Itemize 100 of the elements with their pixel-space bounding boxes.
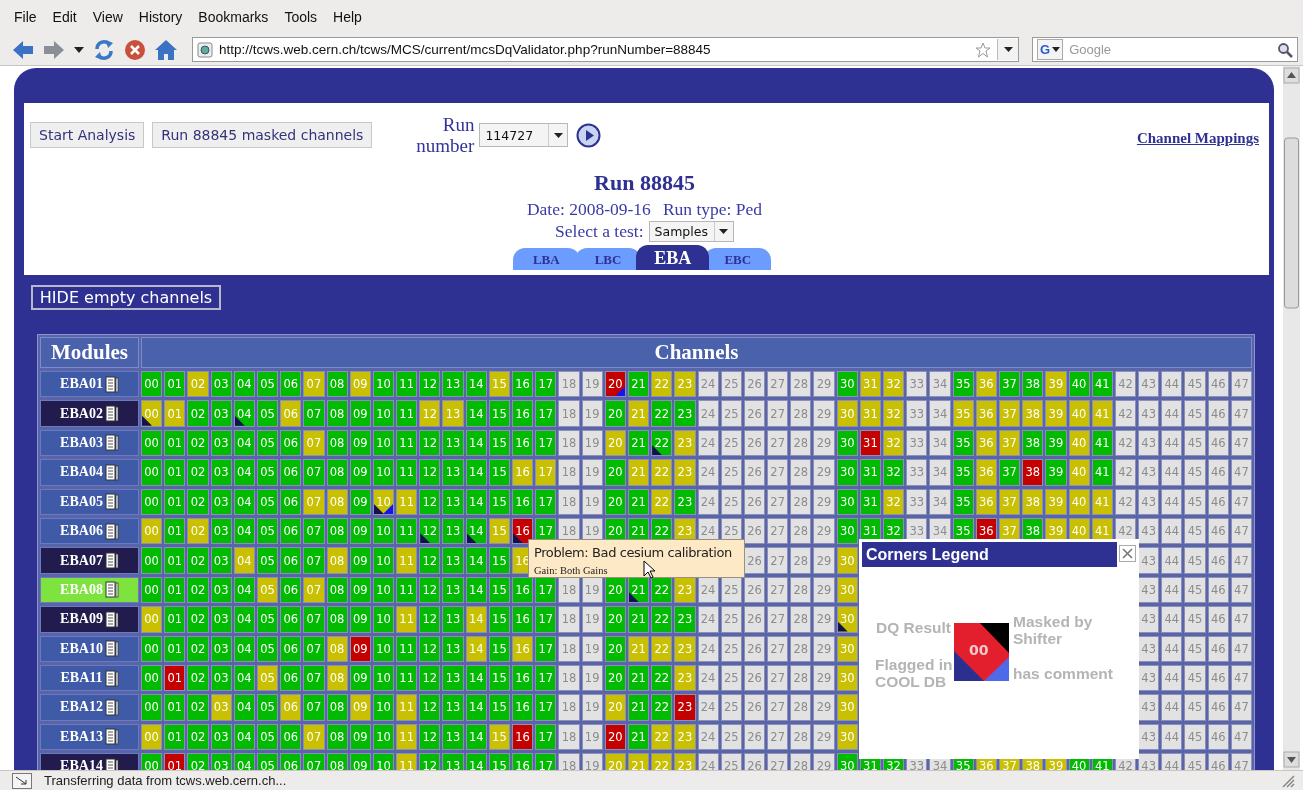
channel-cell[interactable]: 19 <box>581 400 603 427</box>
channel-cell[interactable]: 04 <box>233 400 255 427</box>
channel-cell[interactable]: 22 <box>651 576 673 604</box>
channel-cell[interactable]: 18 <box>558 429 580 457</box>
channel-cell[interactable]: 23 <box>674 635 696 662</box>
channel-cell[interactable]: 15 <box>488 753 510 770</box>
channel-cell[interactable]: 13 <box>442 664 464 692</box>
channel-cell[interactable]: 20 <box>604 400 626 427</box>
channel-cell[interactable]: 15 <box>488 606 510 633</box>
channel-cell[interactable]: 19 <box>581 606 603 633</box>
channel-cell[interactable]: 42 <box>1114 429 1137 457</box>
channel-cell[interactable]: 24 <box>697 606 719 633</box>
channel-cell[interactable]: 34 <box>929 429 951 457</box>
channel-cell[interactable]: 14 <box>465 488 487 515</box>
channel-cell[interactable]: 13 <box>442 459 464 486</box>
book-icon[interactable] <box>104 434 119 452</box>
channel-cell[interactable]: 29 <box>813 488 835 515</box>
channel-cell[interactable]: 39 <box>1045 400 1067 427</box>
channel-cell[interactable]: 26 <box>743 371 766 398</box>
channel-cell[interactable]: 29 <box>813 547 835 574</box>
channel-cell[interactable]: 16 <box>512 576 534 604</box>
channel-cell[interactable]: 45 <box>1184 723 1206 751</box>
channel-cell[interactable]: 35 <box>952 371 974 398</box>
channel-cell[interactable]: 27 <box>767 606 789 633</box>
channel-cell[interactable]: 31 <box>859 488 881 515</box>
channel-cell[interactable]: 46 <box>1207 753 1229 770</box>
channel-cell[interactable]: 15 <box>488 488 510 515</box>
channel-cell[interactable]: 00 <box>141 459 163 486</box>
channel-cell[interactable]: 30 <box>836 576 858 604</box>
channel-cell[interactable]: 45 <box>1184 371 1206 398</box>
channel-cell[interactable]: 29 <box>813 517 835 545</box>
channel-cell[interactable]: 08 <box>326 517 348 545</box>
channel-cell[interactable]: 14 <box>465 664 487 692</box>
channel-cell[interactable]: 02 <box>187 635 209 662</box>
channel-cell[interactable]: 14 <box>465 547 487 574</box>
channel-cell[interactable]: 37 <box>998 459 1021 486</box>
channel-cell[interactable]: 20 <box>604 488 626 515</box>
channel-cell[interactable]: 02 <box>187 723 209 751</box>
channel-cell[interactable]: 45 <box>1184 635 1206 662</box>
channel-cell[interactable]: 05 <box>256 576 279 604</box>
channel-cell[interactable]: 33 <box>906 488 928 515</box>
channel-cell[interactable]: 43 <box>1138 371 1160 398</box>
channel-cell[interactable]: 01 <box>164 606 186 633</box>
channel-cell[interactable]: 09 <box>349 723 371 751</box>
channel-cell[interactable]: 27 <box>767 547 789 574</box>
channel-cell[interactable]: 46 <box>1207 723 1229 751</box>
channel-cell[interactable]: 10 <box>372 694 395 721</box>
channel-cell[interactable]: 47 <box>1230 694 1252 721</box>
channel-cell[interactable]: 45 <box>1184 694 1206 721</box>
channel-cell[interactable]: 15 <box>488 400 510 427</box>
channel-cell[interactable]: 00 <box>141 723 163 751</box>
channel-cell[interactable]: 33 <box>906 400 928 427</box>
channel-cell[interactable]: 19 <box>581 488 603 515</box>
search-icon[interactable] <box>1277 41 1293 58</box>
resize-grip-icon[interactable] <box>1281 773 1295 788</box>
channel-cell[interactable]: 16 <box>512 606 534 633</box>
channel-cell[interactable]: 25 <box>720 664 742 692</box>
channel-cell[interactable]: 07 <box>303 694 325 721</box>
channel-cell[interactable]: 06 <box>280 635 302 662</box>
channel-cell[interactable]: 43 <box>1138 547 1160 574</box>
channel-cell[interactable]: 25 <box>720 753 742 770</box>
channel-cell[interactable]: 12 <box>419 488 441 515</box>
channel-cell[interactable]: 12 <box>419 459 441 486</box>
channel-cell[interactable]: 18 <box>558 723 580 751</box>
channel-cell[interactable]: 43 <box>1138 576 1160 604</box>
channel-cell[interactable]: 15 <box>488 576 510 604</box>
channel-cell[interactable]: 32 <box>883 459 905 486</box>
channel-cell[interactable]: 28 <box>790 576 812 604</box>
channel-cell[interactable]: 23 <box>674 694 696 721</box>
book-icon[interactable] <box>104 610 119 628</box>
channel-cell[interactable]: 18 <box>558 694 580 721</box>
reload-icon[interactable] <box>93 38 115 61</box>
channel-cell[interactable]: 17 <box>535 488 557 515</box>
channel-cell[interactable]: 22 <box>651 723 673 751</box>
channel-cell[interactable]: 45 <box>1184 517 1206 545</box>
channel-cell[interactable]: 23 <box>674 488 696 515</box>
channel-cell[interactable]: 45 <box>1184 576 1206 604</box>
menu-item[interactable]: View <box>84 7 131 27</box>
module-cell[interactable]: EBA05 <box>40 488 139 515</box>
channel-cell[interactable]: 27 <box>767 694 789 721</box>
book-icon[interactable] <box>104 640 119 658</box>
channel-cell[interactable]: 39 <box>1045 429 1067 457</box>
star-icon[interactable] <box>975 41 991 58</box>
channel-cell[interactable]: 30 <box>836 606 858 633</box>
module-cell[interactable]: EBA04 <box>40 459 139 486</box>
channel-cell[interactable]: 06 <box>280 429 302 457</box>
channel-cell[interactable]: 00 <box>141 753 163 770</box>
channel-cell[interactable]: 47 <box>1230 547 1252 574</box>
module-cell[interactable]: EBA01 <box>40 371 139 398</box>
channel-cell[interactable]: 47 <box>1230 371 1252 398</box>
channel-cell[interactable]: 10 <box>372 517 395 545</box>
channel-cell[interactable]: 06 <box>280 723 302 751</box>
channel-cell[interactable]: 01 <box>164 400 186 427</box>
channel-cell[interactable]: 30 <box>836 429 858 457</box>
channel-cell[interactable]: 22 <box>651 400 673 427</box>
channel-cell[interactable]: 07 <box>303 371 325 398</box>
channel-cell[interactable]: 03 <box>210 576 232 604</box>
channel-cell[interactable]: 30 <box>836 664 858 692</box>
module-cell[interactable]: EBA06 <box>40 517 139 545</box>
channel-cell[interactable]: 25 <box>720 488 742 515</box>
